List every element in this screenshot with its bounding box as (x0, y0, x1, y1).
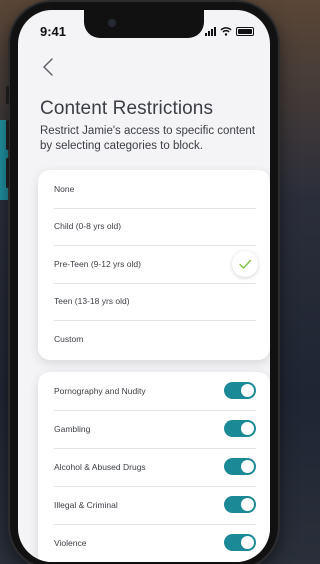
toggle-knob (241, 498, 254, 511)
category-toggle[interactable] (224, 458, 256, 475)
toggle-knob (241, 422, 254, 435)
category-pornography: Pornography and Nudity (38, 372, 270, 410)
category-toggle[interactable] (224, 420, 256, 437)
checkmark-icon (239, 259, 252, 269)
category-toggle[interactable] (224, 534, 256, 551)
status-icons (205, 26, 254, 36)
mute-switch (6, 86, 9, 104)
toggle-knob (241, 384, 254, 397)
age-option-label: None (54, 183, 75, 194)
category-label: Alcohol & Abused Drugs (54, 462, 146, 472)
age-option-label: Custom (54, 333, 84, 344)
age-option-none[interactable]: None (38, 170, 270, 208)
notch (84, 10, 204, 38)
age-option-pre-teen[interactable]: Pre-Teen (9-12 yrs old) (38, 245, 270, 283)
age-option-custom[interactable]: Custom (38, 320, 270, 358)
signal-icon (205, 26, 216, 36)
category-toggle[interactable] (224, 496, 256, 513)
phone-frame: 9:41 Content Restrictions Restrict Jamie… (6, 2, 278, 564)
page-title: Content Restrictions (40, 98, 214, 119)
category-illegal-criminal: Illegal & Criminal (38, 486, 270, 524)
wifi-icon (220, 27, 232, 36)
category-alcohol-drugs: Alcohol & Abused Drugs (38, 448, 270, 486)
category-label: Gambling (54, 424, 91, 434)
volume-down-button (6, 158, 9, 188)
age-option-label: Pre-Teen (9-12 yrs old) (54, 258, 141, 269)
camera-icon (108, 19, 116, 27)
age-option-label: Child (0-8 yrs old) (54, 221, 122, 232)
category-label: Pornography and Nudity (54, 386, 146, 396)
age-option-teen[interactable]: Teen (13-18 yrs old) (38, 282, 270, 321)
category-violence: Violence (38, 524, 270, 562)
toggle-knob (241, 460, 254, 473)
category-toggle-list: Pornography and Nudity Gambling Alcohol … (38, 372, 270, 562)
screen: 9:41 Content Restrictions Restrict Jamie… (18, 10, 270, 562)
age-preset-list: None Child (0-8 yrs old) Pre-Teen (9-12 … (38, 170, 270, 360)
category-label: Illegal & Criminal (54, 500, 118, 510)
toggle-knob (241, 536, 254, 549)
category-toggle[interactable] (224, 382, 256, 399)
age-option-child[interactable]: Child (0-8 yrs old) (38, 207, 270, 246)
status-time: 9:41 (40, 24, 67, 39)
chevron-left-icon[interactable] (40, 56, 58, 78)
battery-icon (236, 26, 254, 36)
category-label: Violence (54, 538, 87, 548)
category-gambling: Gambling (38, 410, 270, 448)
volume-up-button (6, 120, 9, 150)
page-subtitle: Restrict Jamie's access to specific cont… (40, 125, 256, 152)
selected-check (232, 251, 258, 277)
age-option-label: Teen (13-18 yrs old) (54, 296, 130, 307)
